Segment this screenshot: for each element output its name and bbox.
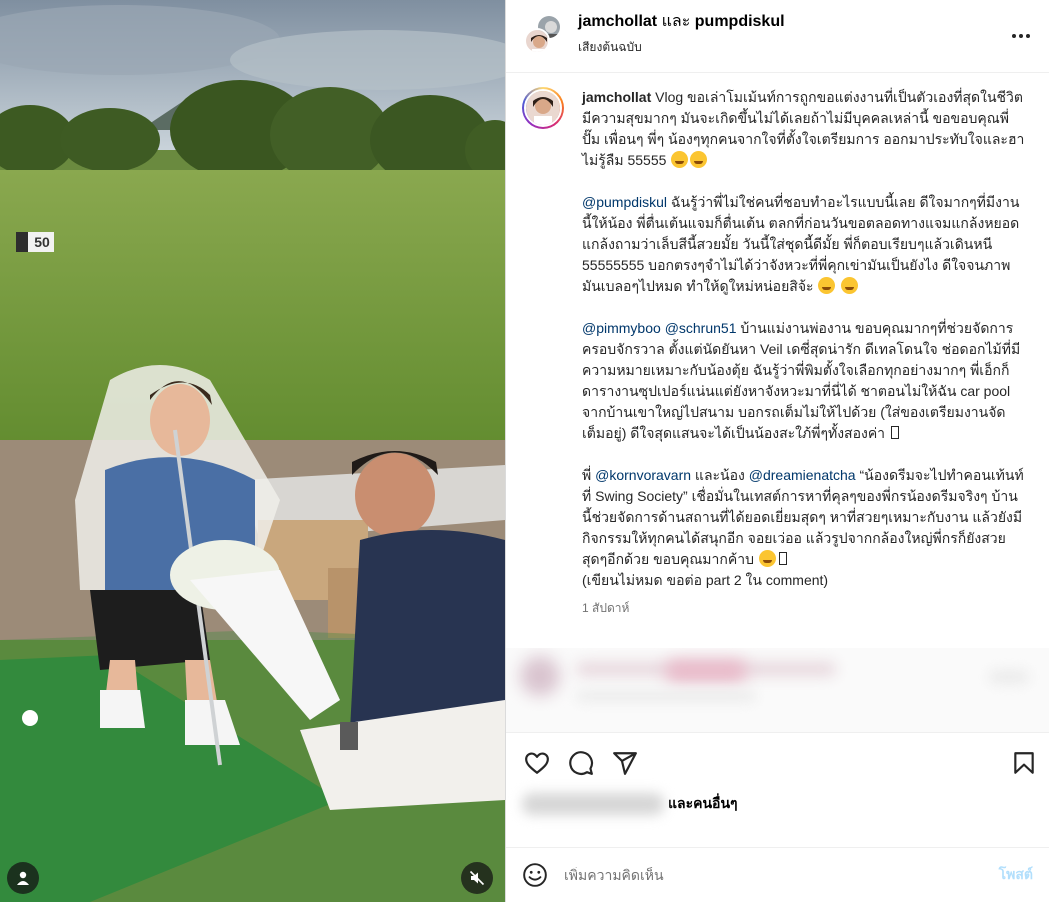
more-icon [1012,34,1030,38]
laughing-emoji [690,151,708,168]
caption-timestamp[interactable]: 1 สัปดาห์ [582,599,1033,618]
header-username-1[interactable]: jamchollat [578,13,657,30]
caption-p4-end: (เขียนไม่หมด ขอต่อ part 2 ใน comment) [582,572,829,588]
header-and: และ [661,13,691,30]
caption-paragraph-1: jamchollat Vlog ขอเล่าโมเม้นท์การถูกขอแต… [582,87,1026,171]
caption-p4-prefix: พี่ [582,467,596,483]
likes-summary[interactable]: และคนอื่นๆ [522,793,738,815]
user-icon [17,871,29,885]
blurred-comment [506,648,1049,732]
hot-face-emoji [671,151,689,168]
caption-paragraph-2: @pumpdiskul ฉันรู้ว่าพี่ไม่ใช่คนที่ชอบทำ… [582,192,1026,297]
post-media-video[interactable]: 50 [0,0,505,902]
caption-text: jamchollat Vlog ขอเล่าโมเม้นท์การถูกขอแต… [582,87,1026,591]
post-comment-button[interactable]: โพสต์ [999,864,1033,886]
heart-icon [525,752,549,774]
comment-button[interactable] [568,750,594,776]
emoji-icon [523,863,547,887]
mention-pumpdiskul[interactable]: @pumpdiskul [582,194,667,210]
add-comment-bar: โพสต์ [506,847,1049,902]
post-actions: และคนอื่นๆ [506,732,1049,847]
header-text: jamchollat และ pumpdiskul เสียงต้นฉบับ [578,9,785,57]
caption-username[interactable]: jamchollat [582,89,651,105]
unsupported-glyph [890,426,899,439]
comments-scroll-area[interactable]: jamchollat Vlog ขอเล่าโมเม้นท์การถูกขอแต… [506,73,1049,732]
likes-others-text[interactable]: และคนอื่นๆ [668,793,738,815]
share-icon [613,752,637,775]
save-button[interactable] [1011,750,1037,776]
post-header: jamchollat และ pumpdiskul เสียงต้นฉบับ [506,0,1049,73]
like-button[interactable] [524,750,550,776]
mention-schrun51[interactable]: @schrun51 [665,320,737,336]
range-distance-sign: 50 [34,234,50,250]
comment-input[interactable] [564,867,999,883]
post-viewer: 50 jamchollat และ pumpdiskul เสียงต้นฉบั… [0,0,1049,902]
more-options-button[interactable] [1009,24,1033,48]
mention-kornvoravarn[interactable]: @kornvoravarn [595,467,691,483]
video-frame: 50 [0,0,505,902]
likes-blurred-names [522,793,664,815]
tagged-users-button[interactable] [7,862,39,894]
caption-avatar[interactable] [522,87,564,129]
caption: jamchollat Vlog ขอเล่าโมเม้นท์การถูกขอแต… [522,87,1033,591]
avatar-jamchollat[interactable] [524,28,550,54]
mute-button[interactable] [461,862,493,894]
zany-emoji [841,277,859,294]
save-icon [1014,752,1034,774]
comment-icon [569,751,594,775]
original-audio-link[interactable]: เสียงต้นฉบับ [578,38,785,57]
header-username-2[interactable]: pumpdiskul [695,13,785,30]
caption-p3-text: บ้านแม่งานพ่องาน ขอบคุณมากๆที่ช่วยจัดการ… [582,320,1021,441]
tongue-emoji [818,277,836,294]
collab-title: jamchollat และ pumpdiskul [578,9,785,34]
caption-paragraph-4: พี่ @kornvoravarn และน้อง @dreamienatcha… [582,465,1026,591]
emoji-picker-button[interactable] [522,862,548,888]
caption-p4-mid: และน้อง [691,467,749,483]
share-button[interactable] [612,750,638,776]
unsupported-glyph [778,552,787,565]
mute-icon [469,870,485,886]
collab-avatars[interactable] [522,14,566,58]
post-side-panel: jamchollat และ pumpdiskul เสียงต้นฉบับ j… [505,0,1049,902]
caption-paragraph-3: @pimmyboo @schrun51 บ้านแม่งานพ่องาน ขอบ… [582,318,1026,444]
smile-emoji [758,550,776,567]
mention-pimmyboo[interactable]: @pimmyboo [582,320,661,336]
mention-dreamienatcha[interactable]: @dreamienatcha [749,467,856,483]
